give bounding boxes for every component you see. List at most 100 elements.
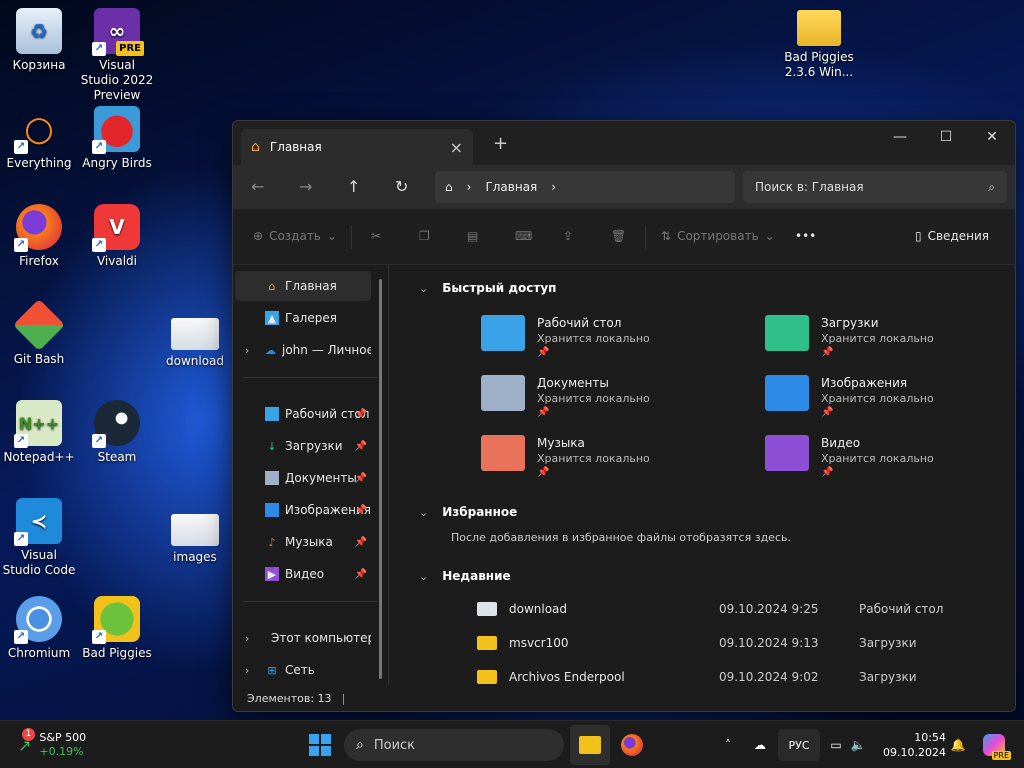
desktop-icon-label: Visual Studio 2022 Preview [80,58,154,102]
desktop-icon-visual-studio-code[interactable]: ≺ ↗ Visual Studio Code [1,498,77,578]
create-button[interactable]: ⊕ Создать ⌄ [253,229,337,243]
details-button[interactable]: ▯ Сведения [915,229,989,243]
rename-button[interactable]: ⌨ [515,229,532,243]
table-row[interactable]: download 09.10.2024 9:25 Рабочий стол [477,598,977,620]
taskbar-file-explorer[interactable] [570,725,610,765]
maximize-button[interactable]: ☐ [923,121,969,153]
sidebar-item-videos[interactable]: ▶ Видео 📌 [235,559,371,589]
folder-icon [171,318,219,350]
new-tab-button[interactable]: + [493,133,508,154]
file-location: Загрузки [859,636,917,650]
onedrive-tray-icon[interactable]: ☁ [748,733,772,757]
share-button[interactable]: ⇪ [563,229,573,243]
chevron-right-icon[interactable]: › [245,344,249,357]
documents-folder-icon [481,375,525,411]
show-hidden-icons-button[interactable]: ˄ [716,733,740,757]
search-box[interactable]: Поиск в: Главная ⌕ [743,171,1007,203]
folder-icon [477,670,497,684]
title-bar[interactable]: ⌂ Главная × + — ☐ ✕ [233,121,1015,165]
sidebar-item-label: Видео [285,567,325,581]
visual-studio-icon: ∞ PRE ↗ [92,8,144,56]
sidebar-item-gallery[interactable]: ▲ Галерея [235,303,371,333]
sidebar-item-music[interactable]: ♪ Музыка 📌 [235,527,371,557]
desktop-icon-git-bash[interactable]: Git Bash [1,298,77,367]
start-button[interactable] [304,729,336,761]
trash-icon: 🗑 [611,229,627,243]
sidebar-item-desktop[interactable]: Рабочий стол 📌 [235,399,371,429]
taskbar-search[interactable]: ⌕ Поиск [344,729,564,761]
address-bar[interactable]: ⌂ › Главная › [435,171,735,203]
scissors-icon: ✂ [371,229,382,243]
tab-home[interactable]: ⌂ Главная × [241,129,473,165]
quick-access-item[interactable]: Изображения Хранится локально 📌 [765,375,934,418]
search-input[interactable]: Поиск в: Главная [755,180,864,194]
desktop-icon-bad-piggies-folder[interactable]: Bad Piggies 2.3.6 Win... [781,10,857,80]
quick-access-item[interactable]: Загрузки Хранится локально 📌 [765,315,934,358]
home-icon: ⌂ [445,180,453,194]
sidebar-item-home[interactable]: ⌂ Главная [235,271,371,301]
desktop-icon-everything[interactable]: ○ ↗ Everything [1,106,77,171]
pin-icon: 📌 [821,407,834,418]
sidebar-item-documents[interactable]: Документы 📌 [235,463,371,493]
desktop-icon-images-folder[interactable]: images [157,514,233,565]
up-button[interactable]: ↑ [347,177,360,196]
windows-logo-icon [309,734,331,756]
language-indicator[interactable]: РУС [778,729,820,761]
quick-access-item[interactable]: Видео Хранится локально 📌 [765,435,934,478]
quick-access-item[interactable]: Музыка Хранится локально 📌 [481,435,650,478]
notifications-button[interactable]: 🔔 [948,733,968,757]
section-recent[interactable]: ⌄ Недавние [419,569,511,583]
sidebar-item-network[interactable]: › ⊞ Сеть [235,655,371,685]
paste-button[interactable]: ▤ [467,229,478,243]
copilot-button[interactable]: PRE [978,729,1011,761]
pin-icon: 📌 [354,536,367,548]
minimize-button[interactable]: — [877,121,923,153]
quick-access-item[interactable]: Документы Хранится локально 📌 [481,375,650,418]
desktop-folder-icon [265,407,279,421]
back-button[interactable]: ← [251,177,264,196]
more-options-button[interactable]: ••• [795,229,816,243]
chevron-down-icon[interactable]: ⌄ [419,282,428,295]
sidebar-scrollbar[interactable] [379,279,382,679]
close-tab-icon[interactable]: × [450,138,463,157]
chevron-down-icon[interactable]: ⌄ [419,570,428,583]
desktop-icon-angry-birds[interactable]: ↗ Angry Birds [79,106,155,171]
desktop-icon-recycle-bin[interactable]: ♻ Корзина [1,8,77,73]
bell-icon: 🔔 [950,738,966,752]
desktop-icon-label: download [165,354,225,368]
volume-tray-icon[interactable]: 🔈 [848,733,868,757]
clock[interactable]: 10:54 09.10.2024 [876,727,946,763]
copy-button[interactable]: ❐ [419,229,430,243]
chevron-right-icon[interactable]: › [245,664,249,677]
table-row[interactable]: msvcr100 09.10.2024 9:13 Загрузки [477,632,977,654]
sidebar-item-onedrive[interactable]: › ☁ john — Личное [235,335,371,365]
desktop-icon-notepad-plus-plus[interactable]: N++ ↗ Notepad++ [1,400,77,465]
desktop-icon-steam[interactable]: ↗ Steam [79,400,155,465]
desktop-icon-visual-studio-2022[interactable]: ∞ PRE ↗ Visual Studio 2022 Preview [79,8,155,103]
stocks-widget[interactable]: ↗ 1 S&P 500 +0.19% [18,727,118,761]
file-explorer-window[interactable]: ⌂ Главная × + — ☐ ✕ ← → ↑ ↻ ⌂ › Главная … [232,120,1016,712]
recycle-bin-icon: ♻ [16,8,62,54]
section-favorites[interactable]: ⌄ Избранное [419,505,517,519]
breadcrumb[interactable]: Главная [485,180,537,194]
forward-button[interactable]: → [299,177,312,196]
chevron-down-icon[interactable]: ⌄ [419,506,428,519]
refresh-button[interactable]: ↻ [395,177,408,196]
quick-access-item[interactable]: Рабочий стол Хранится локально 📌 [481,315,650,358]
taskbar-firefox[interactable] [612,725,652,765]
desktop-icon-vivaldi[interactable]: V ↗ Vivaldi [79,204,155,269]
sort-button[interactable]: ⇅ Сортировать ⌄ [661,229,775,243]
sidebar-item-downloads[interactable]: ↓ Загрузки 📌 [235,431,371,461]
section-quick-access[interactable]: ⌄ Быстрый доступ [419,281,556,295]
desktop-icon-download-folder[interactable]: download [157,318,233,369]
desktop-icon-bad-piggies[interactable]: ↗ Bad Piggies [79,596,155,661]
desktop-icon-chromium[interactable]: ↗ Chromium [1,596,77,661]
chevron-right-icon[interactable]: › [245,632,249,645]
cut-button[interactable]: ✂ [371,229,381,243]
sidebar-item-this-pc[interactable]: › Этот компьютер [235,623,371,653]
sidebar-item-pictures[interactable]: Изображения 📌 [235,495,371,525]
desktop-icon-firefox[interactable]: ↗ Firefox [1,204,77,269]
network-tray-icon[interactable]: ▭ [826,733,846,757]
delete-button[interactable]: 🗑 [611,229,626,243]
close-button[interactable]: ✕ [969,121,1015,153]
